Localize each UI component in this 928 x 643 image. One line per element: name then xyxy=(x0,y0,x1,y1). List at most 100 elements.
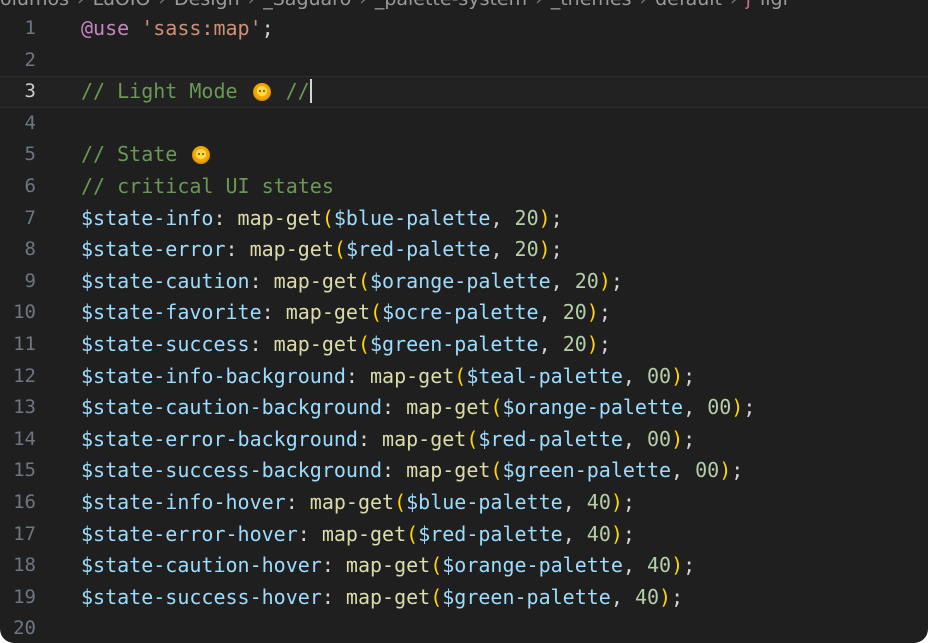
breadcrumb-separator-icon: › xyxy=(77,0,85,10)
code-line[interactable]: 3 // Light Mode // xyxy=(0,76,928,108)
breadcrumb-separator-icon: › xyxy=(248,0,256,10)
code-token: , xyxy=(562,521,587,546)
code-token: ( xyxy=(430,553,443,578)
breadcrumb: olumos › LuOIO › Design › _Saguaro › _palette-sy… xyxy=(0,0,928,11)
code-text: // Light Mode // xyxy=(81,76,312,108)
code-text: $state-caution-background: map-get($oran… xyxy=(81,392,755,424)
line-number: 14 xyxy=(13,427,36,450)
code-token: : xyxy=(357,426,383,451)
line-number: 9 xyxy=(24,269,36,292)
code-line[interactable]: 9 $state-caution: map-get($orange-palette… xyxy=(0,266,928,298)
code-token: map-get xyxy=(237,205,322,230)
code-token: // State xyxy=(81,142,190,167)
code-token: $orange-palette xyxy=(442,553,623,578)
code-line[interactable]: 20 xyxy=(0,613,928,643)
line-number: 16 xyxy=(13,490,36,513)
code-line[interactable]: 1 @use 'sass:map'; xyxy=(0,13,928,45)
code-token: $blue-palette xyxy=(406,489,563,514)
code-line[interactable]: 15 $state-success-background: map-get($gr… xyxy=(0,455,928,487)
code-token: ; xyxy=(743,395,756,420)
code-token: ( xyxy=(490,395,503,420)
line-number: 2 xyxy=(24,48,36,71)
code-token: $orange-palette xyxy=(502,395,684,420)
code-text: $state-favorite: map-get($ocre-palette, … xyxy=(81,297,611,329)
code-text: $state-info-background: map-get($teal-pa… xyxy=(81,361,695,393)
code-token: : xyxy=(345,363,370,388)
line-number: 12 xyxy=(13,364,36,387)
code-token: $state-caution xyxy=(81,268,250,293)
code-token: map-get xyxy=(370,363,455,388)
code-token: ; xyxy=(550,205,563,230)
code-token: map-get xyxy=(382,426,467,451)
code-token: : xyxy=(382,395,407,420)
code-line[interactable]: 18 $state-caution-hover: map-get($orange-… xyxy=(0,550,928,582)
code-token: 20 xyxy=(562,331,587,356)
code-token: map-get xyxy=(285,300,371,325)
code-token: 'sass:map' xyxy=(141,16,262,40)
code-line[interactable]: 16 $state-info-hover: map-get($blue-palet… xyxy=(0,487,928,519)
line-number: 1 xyxy=(24,17,36,39)
breadcrumb-item[interactable]: _Saguaro xyxy=(263,0,351,10)
code-line[interactable]: 4 xyxy=(0,108,928,140)
line-number: 5 xyxy=(24,143,36,166)
code-line[interactable]: 14 $state-error-background: map-get($red-… xyxy=(0,424,928,456)
code-token: $green-palette xyxy=(442,584,611,609)
code-text: $state-caution: map-get($orange-palette,… xyxy=(81,266,623,298)
code-token: ( xyxy=(333,237,346,262)
code-token: : xyxy=(249,331,274,356)
code-text: $state-success: map-get($green-palette, … xyxy=(81,329,611,361)
code-token: ) xyxy=(671,426,684,451)
code-line[interactable]: 19 $state-success-hover: map-get($green-p… xyxy=(0,582,928,614)
code-token: : xyxy=(382,458,407,483)
code-token: // xyxy=(273,79,310,104)
breadcrumb-item[interactable]: olumos xyxy=(0,0,69,10)
breadcrumb-item[interactable]: ligi xyxy=(760,0,788,10)
code-text: // State xyxy=(81,139,213,171)
code-token: ) xyxy=(610,489,623,514)
code-token: $green-palette xyxy=(502,458,672,483)
code-token: 20 xyxy=(514,237,539,262)
code-token: 20 xyxy=(574,268,599,293)
code-line[interactable]: 5 // State xyxy=(0,139,928,171)
code-line[interactable]: 8 $state-error: map-get($red-palette, 20)… xyxy=(0,234,928,266)
code-token: map-get xyxy=(249,237,334,262)
code-line[interactable]: 11 $state-success: map-get($green-palette… xyxy=(0,329,928,361)
code-line[interactable]: 7 $state-info: map-get($blue-palette, 20)… xyxy=(0,203,928,235)
code-token: ; xyxy=(598,331,611,356)
code-token: , xyxy=(538,300,563,325)
code-token: 40 xyxy=(646,553,672,578)
code-editor-window: olumos › LuOIO › Design › _Saguaro › _palette-sy… xyxy=(0,0,928,643)
code-line[interactable]: 12 $state-info-background: map-get($teal-… xyxy=(0,361,928,393)
code-token: ; xyxy=(683,553,696,578)
editor-text-area[interactable]: 1 @use 'sass:map'; 2 3 // Light Mode // 4 5 // … xyxy=(0,13,928,643)
breadcrumb-item[interactable]: LuOIO xyxy=(93,0,151,10)
code-token: ; xyxy=(622,489,635,514)
breadcrumb-item[interactable]: default xyxy=(655,0,722,10)
code-token: ) xyxy=(598,268,611,293)
code-token: 00 xyxy=(695,458,720,483)
line-number: 13 xyxy=(13,396,36,419)
line-number: 18 xyxy=(13,554,36,577)
code-token: ) xyxy=(671,553,684,578)
code-line[interactable]: 10 $state-favorite: map-get($ocre-palette… xyxy=(0,297,928,329)
code-line[interactable]: 2 xyxy=(0,45,928,77)
breadcrumb-item[interactable]: _palette-system xyxy=(375,0,527,10)
code-token: ; xyxy=(550,237,563,262)
code-line[interactable]: 17 $state-error-hover: map-get($red-palet… xyxy=(0,519,928,551)
code-token: : xyxy=(261,300,286,325)
code-token: 20 xyxy=(562,300,587,325)
code-token: ; xyxy=(683,426,696,451)
code-token: ( xyxy=(466,426,479,451)
code-token: ( xyxy=(406,521,419,546)
code-token: $orange-palette xyxy=(370,268,551,293)
breadcrumb-item[interactable]: _themes xyxy=(551,0,632,10)
code-token: $state-info xyxy=(81,205,214,230)
code-line[interactable]: 6 // critical UI states xyxy=(0,171,928,203)
line-number: 15 xyxy=(13,459,36,482)
code-token: : xyxy=(213,205,238,230)
breadcrumb-item[interactable]: Design xyxy=(174,0,240,10)
code-token: map-get xyxy=(321,521,407,546)
code-token: : xyxy=(321,584,346,609)
sun-emoji-icon xyxy=(192,146,211,165)
code-line[interactable]: 13 $state-caution-background: map-get($or… xyxy=(0,392,928,424)
